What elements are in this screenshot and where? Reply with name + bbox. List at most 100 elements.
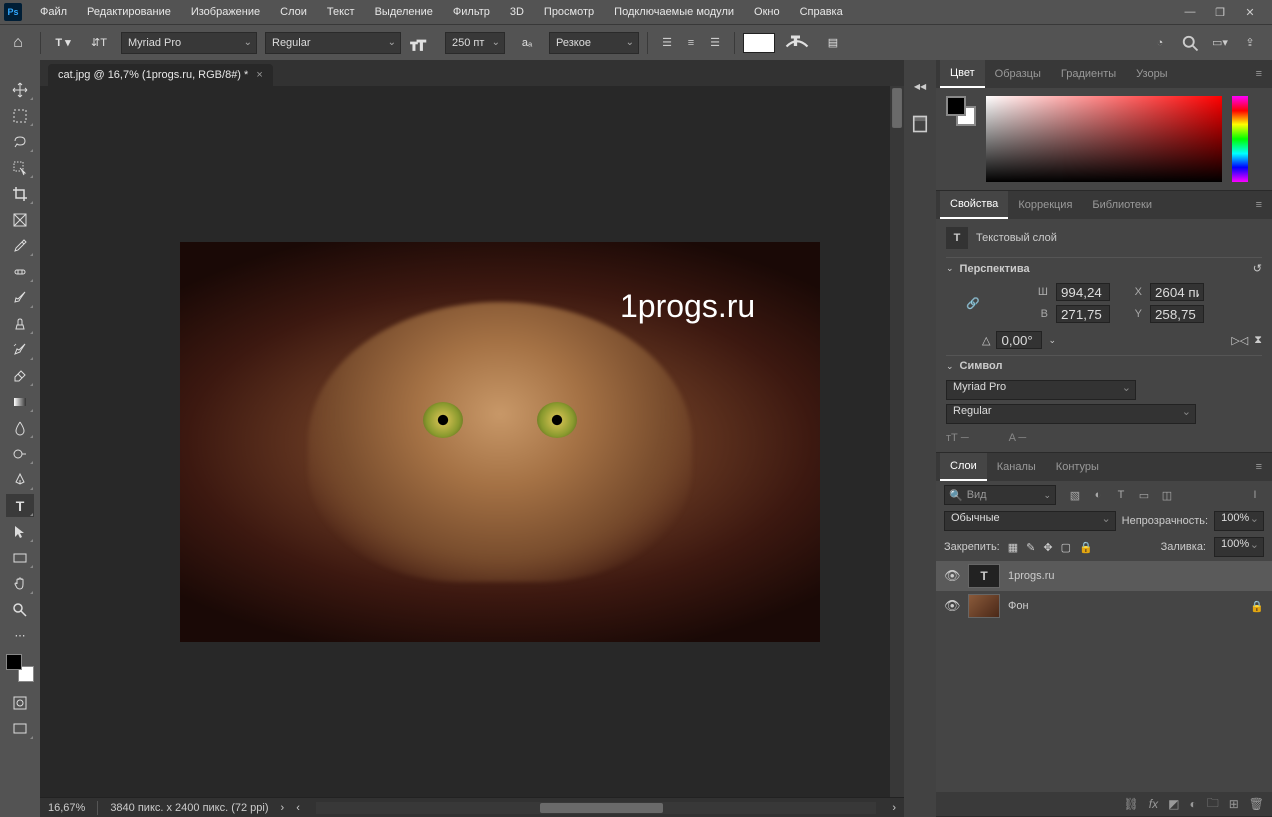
panel-menu-icon[interactable]: ≡ — [1250, 68, 1268, 80]
menu-help[interactable]: Справка — [790, 0, 853, 24]
layer-style-icon[interactable]: fx — [1149, 797, 1158, 811]
color-picker-field[interactable] — [986, 96, 1222, 182]
close-tab-icon[interactable]: × — [256, 69, 262, 81]
panel-menu-icon[interactable]: ≡ — [1250, 199, 1268, 211]
clone-stamp-tool[interactable] — [6, 312, 34, 335]
scroll-left-icon[interactable]: ‹ — [296, 802, 300, 814]
reset-icon[interactable]: ↺ — [1253, 262, 1262, 275]
share-icon[interactable]: ⇪ — [1240, 33, 1260, 53]
filter-smart-icon[interactable]: ◫ — [1158, 486, 1176, 504]
filter-pixel-icon[interactable]: ▧ — [1066, 486, 1084, 504]
layer-thumbnail-image[interactable] — [968, 594, 1000, 618]
tab-layers[interactable]: Слои — [940, 453, 987, 481]
menu-window[interactable]: Окно — [744, 0, 790, 24]
angle-dropdown-icon[interactable]: ⌄ — [1048, 335, 1056, 346]
layer-mask-icon[interactable]: ◩ — [1168, 797, 1179, 811]
flip-vertical-icon[interactable]: ⧗ — [1254, 334, 1262, 347]
transform-section-toggle[interactable]: ⌄ Перспектива ↺ — [946, 257, 1262, 279]
canvas-area[interactable]: 1progs.ru — [40, 86, 904, 797]
eraser-tool[interactable] — [6, 364, 34, 387]
height-input[interactable] — [1056, 305, 1110, 323]
layer-thumbnail-type-icon[interactable]: T — [968, 564, 1000, 588]
warp-text-icon[interactable]: T — [783, 29, 811, 57]
fill-input[interactable]: 100% — [1214, 537, 1264, 557]
char-style-dropdown[interactable]: Regular — [946, 404, 1196, 424]
tool-preset-icon[interactable]: T ▾ — [49, 29, 77, 57]
panel-menu-icon[interactable]: ≡ — [1250, 461, 1268, 473]
filter-adjustment-icon[interactable]: ◐ — [1089, 486, 1107, 504]
pen-tool[interactable] — [6, 468, 34, 491]
search-icon[interactable] — [1180, 33, 1200, 53]
layer-name[interactable]: 1progs.ru — [1008, 570, 1054, 582]
menu-file[interactable]: Файл — [30, 0, 77, 24]
gradient-tool[interactable] — [6, 390, 34, 413]
visibility-toggle-icon[interactable]: 👁 — [944, 598, 960, 614]
tab-patterns[interactable]: Узоры — [1126, 60, 1177, 88]
lock-artboard-icon[interactable]: ▢ — [1061, 541, 1071, 554]
screen-mode-icon[interactable] — [6, 717, 34, 740]
menu-view[interactable]: Просмотр — [534, 0, 604, 24]
menu-type[interactable]: Текст — [317, 0, 365, 24]
lock-position-icon[interactable]: ✥ — [1043, 541, 1052, 554]
scroll-right-icon[interactable]: › — [892, 802, 896, 814]
hand-tool[interactable] — [6, 572, 34, 595]
layer-name[interactable]: Фон — [1008, 600, 1029, 612]
zoom-level[interactable]: 16,67% — [48, 802, 85, 814]
text-color-swatch[interactable] — [743, 33, 775, 53]
edit-toolbar-icon[interactable]: ⋯ — [6, 624, 34, 647]
angle-input[interactable] — [996, 331, 1042, 349]
move-tool[interactable] — [6, 78, 34, 101]
filter-type-icon[interactable]: T — [1112, 486, 1130, 504]
menu-3d[interactable]: 3D — [500, 0, 534, 24]
opacity-input[interactable]: 100% — [1214, 511, 1264, 531]
layer-filter-dropdown[interactable]: 🔍 Вид ⌄ — [944, 485, 1056, 505]
horizontal-scrollbar[interactable] — [316, 802, 876, 814]
tab-paths[interactable]: Контуры — [1046, 453, 1109, 481]
tab-color[interactable]: Цвет — [940, 60, 985, 88]
adjustment-layer-icon[interactable]: ◐ — [1189, 797, 1196, 811]
y-input[interactable] — [1150, 305, 1204, 323]
font-size-dropdown[interactable]: 250 пт — [445, 32, 505, 54]
font-style-dropdown[interactable]: Regular — [265, 32, 401, 54]
menu-filter[interactable]: Фильтр — [443, 0, 500, 24]
flip-horizontal-icon[interactable]: ▷◁ — [1231, 334, 1248, 347]
expand-panels-icon[interactable]: ◀◀ — [910, 76, 930, 96]
text-orientation-icon[interactable]: ⇵T — [85, 29, 113, 57]
chevron-right-icon[interactable]: › — [281, 802, 285, 814]
filter-toggle-switch[interactable]: ⏽ — [1246, 486, 1264, 504]
healing-brush-tool[interactable] — [6, 260, 34, 283]
frame-tool[interactable] — [6, 208, 34, 231]
tab-libraries[interactable]: Библиотеки — [1082, 191, 1162, 219]
tab-gradients[interactable]: Градиенты — [1051, 60, 1126, 88]
workspace-switcher-icon[interactable]: ▭▾ — [1210, 33, 1230, 53]
cloud-docs-icon[interactable]: ◔ — [1150, 33, 1170, 53]
history-brush-tool[interactable] — [6, 338, 34, 361]
new-layer-icon[interactable]: ⊞ — [1229, 797, 1239, 811]
lock-image-icon[interactable]: ✎ — [1026, 541, 1035, 554]
dodge-tool[interactable] — [6, 442, 34, 465]
close-icon[interactable]: ✕ — [1242, 6, 1258, 19]
marquee-tool[interactable] — [6, 104, 34, 127]
blend-mode-dropdown[interactable]: Обычные — [944, 511, 1116, 531]
lock-transparency-icon[interactable]: ▦ — [1008, 541, 1018, 554]
history-panel-icon[interactable] — [910, 114, 930, 134]
blur-tool[interactable] — [6, 416, 34, 439]
font-family-dropdown[interactable]: Myriad Pro — [121, 32, 257, 54]
align-center-icon[interactable]: ≡ — [680, 32, 702, 54]
filter-shape-icon[interactable]: ▭ — [1135, 486, 1153, 504]
width-input[interactable] — [1056, 283, 1110, 301]
menu-plugins[interactable]: Подключаемые модули — [604, 0, 744, 24]
menu-select[interactable]: Выделение — [365, 0, 443, 24]
zoom-tool[interactable] — [6, 598, 34, 621]
eyedropper-tool[interactable] — [6, 234, 34, 257]
foreground-background-colors[interactable] — [6, 654, 34, 682]
x-input[interactable] — [1150, 283, 1204, 301]
visibility-toggle-icon[interactable]: 👁 — [944, 568, 960, 584]
align-right-icon[interactable]: ☰ — [704, 32, 726, 54]
layer-group-icon[interactable]: 🗀 — [1207, 794, 1219, 815]
menu-image[interactable]: Изображение — [181, 0, 270, 24]
path-selection-tool[interactable] — [6, 520, 34, 543]
tab-properties[interactable]: Свойства — [940, 191, 1008, 219]
home-button[interactable]: ⌂ — [4, 29, 32, 57]
layer-row[interactable]: 👁 Фон 🔒 — [936, 591, 1272, 621]
